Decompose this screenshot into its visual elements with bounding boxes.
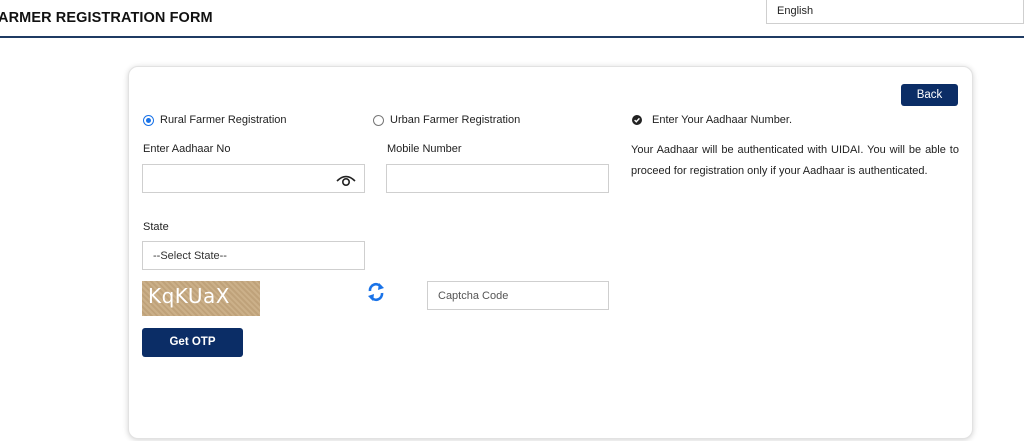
aadhaar-label: Enter Aadhaar No xyxy=(143,143,231,155)
eye-icon[interactable] xyxy=(335,170,357,188)
info-text: Your Aadhaar will be authenticated with … xyxy=(631,144,959,177)
state-select[interactable]: --Select State-- xyxy=(142,241,365,270)
check-circle-icon xyxy=(632,115,642,125)
back-button[interactable]: Back xyxy=(901,84,958,106)
radio-urban-label: Urban Farmer Registration xyxy=(390,114,521,126)
info-heading: Enter Your Aadhaar Number. xyxy=(652,114,793,126)
mobile-input[interactable] xyxy=(386,164,609,193)
radio-rural-farmer[interactable]: Rural Farmer Registration xyxy=(143,114,287,126)
mobile-label: Mobile Number xyxy=(387,143,462,155)
page-header: ARMER REGISTRATION FORM English xyxy=(0,0,1024,38)
captcha-input[interactable] xyxy=(427,281,609,310)
page-title: ARMER REGISTRATION FORM xyxy=(0,10,213,26)
radio-urban-farmer[interactable]: Urban Farmer Registration xyxy=(373,114,520,126)
radio-rural-indicator[interactable] xyxy=(143,114,154,126)
get-otp-button[interactable]: Get OTP xyxy=(142,328,243,357)
language-select[interactable]: English xyxy=(766,0,1024,24)
state-label: State xyxy=(143,221,169,233)
radio-rural-label: Rural Farmer Registration xyxy=(160,114,287,126)
radio-urban-indicator[interactable] xyxy=(373,114,384,126)
aadhaar-input[interactable] xyxy=(142,164,365,193)
refresh-icon[interactable] xyxy=(366,281,386,303)
captcha-image: KqKUaX xyxy=(142,281,260,316)
